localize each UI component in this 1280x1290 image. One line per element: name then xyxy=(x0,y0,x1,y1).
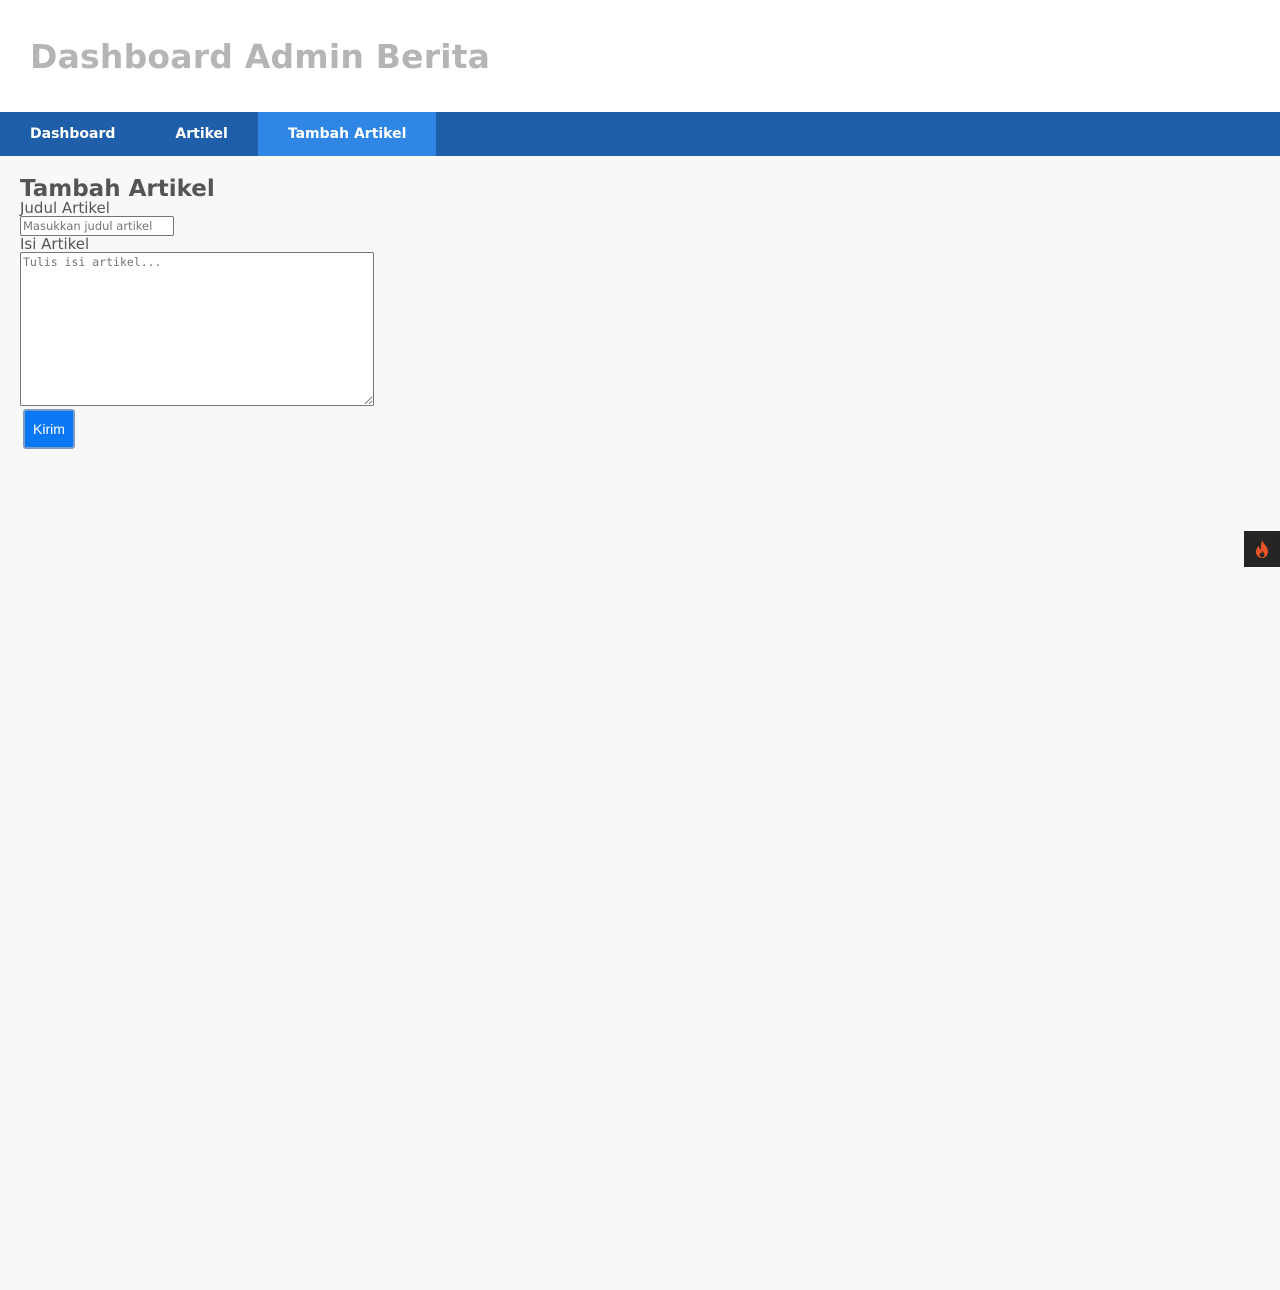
flame-icon xyxy=(1256,540,1268,558)
main-content: Tambah Artikel Judul Artikel Isi Artikel… xyxy=(0,156,1280,449)
content-field-label: Isi Artikel xyxy=(20,235,90,253)
site-header: Dashboard Admin Berita xyxy=(0,0,1280,112)
content-textarea[interactable] xyxy=(20,252,374,406)
main-nav: Dashboard Artikel Tambah Artikel xyxy=(0,112,1280,156)
debug-toolbar-toggle[interactable] xyxy=(1244,531,1280,567)
site-title: Dashboard Admin Berita xyxy=(30,37,491,76)
submit-button[interactable]: Kirim xyxy=(23,409,75,449)
nav-item-tambah-artikel[interactable]: Tambah Artikel xyxy=(257,112,437,156)
title-input[interactable] xyxy=(20,216,174,236)
nav-item-artikel[interactable]: Artikel xyxy=(145,112,257,156)
nav-item-dashboard[interactable]: Dashboard xyxy=(0,112,145,156)
title-field-label: Judul Artikel xyxy=(20,199,110,217)
